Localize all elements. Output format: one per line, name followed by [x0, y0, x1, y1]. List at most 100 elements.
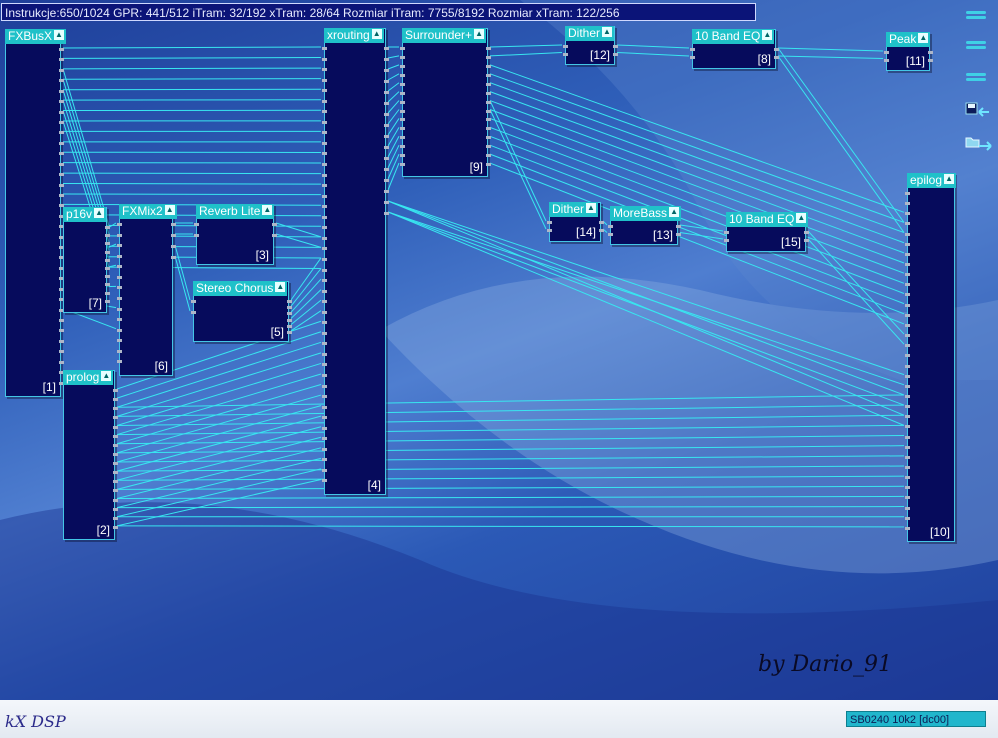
plugin-surrounder[interactable]: Surrounder+ ▲ [9]	[400, 28, 491, 177]
pin[interactable]	[322, 141, 327, 145]
pin[interactable]	[59, 141, 64, 145]
pin[interactable]	[384, 113, 389, 116]
pin[interactable]	[905, 242, 910, 246]
pin[interactable]	[113, 507, 118, 511]
plugin-title[interactable]: Dither ▲	[565, 26, 615, 41]
pin[interactable]	[676, 225, 681, 228]
plugin-eq1[interactable]: 10 Band EQ ▲ [8]	[690, 29, 779, 69]
pin[interactable]	[117, 275, 122, 279]
pin[interactable]	[105, 250, 110, 254]
menu-lines-icon[interactable]	[966, 40, 986, 50]
collapse-arrow-icon[interactable]: ▲	[944, 174, 955, 184]
pin[interactable]	[322, 363, 327, 367]
plugin-epilog[interactable]: epilog ▲ [10]	[905, 173, 957, 542]
pin[interactable]	[599, 229, 604, 232]
pin[interactable]	[113, 407, 118, 411]
plugin-title[interactable]: Peak ▲	[886, 32, 931, 47]
collapse-arrow-icon[interactable]: ▲	[94, 208, 105, 218]
pin[interactable]	[905, 303, 910, 307]
pin[interactable]	[384, 69, 389, 72]
pin[interactable]	[384, 91, 389, 94]
pin[interactable]	[322, 184, 327, 188]
pin[interactable]	[384, 146, 389, 149]
pin[interactable]	[905, 516, 910, 520]
plugin-title[interactable]: p16v ▲	[63, 207, 107, 222]
pin[interactable]	[400, 82, 405, 86]
pin[interactable]	[905, 415, 910, 419]
plugin-title[interactable]: 10 Band EQ ▲	[726, 212, 809, 227]
pin[interactable]	[804, 239, 809, 242]
pin[interactable]	[400, 163, 405, 167]
pin[interactable]	[905, 192, 910, 195]
pin[interactable]	[905, 313, 910, 317]
pin[interactable]	[322, 373, 327, 377]
plugin-title[interactable]: 10 Band EQ ▲	[692, 29, 775, 44]
pin[interactable]	[486, 118, 491, 122]
plugin-prolog[interactable]: prolog ▲ [2]	[63, 370, 118, 540]
plugin-fxmix2[interactable]: FXMix2 ▲ [6]	[117, 204, 177, 376]
pin[interactable]	[117, 360, 122, 364]
plugin-eq2[interactable]: 10 Band EQ ▲ [15]	[724, 212, 809, 252]
pin[interactable]	[322, 279, 327, 283]
pin[interactable]	[105, 242, 110, 246]
pin[interactable]	[322, 99, 327, 103]
plugin-title[interactable]: FXMix2 ▲	[119, 204, 177, 219]
pin[interactable]	[486, 136, 491, 140]
pin[interactable]	[905, 334, 910, 338]
collapse-arrow-icon[interactable]: ▲	[101, 371, 112, 381]
pin[interactable]	[113, 489, 118, 493]
plugin-fxbusx[interactable]: FXBusX ▲ [1]	[5, 29, 67, 397]
plugin-title[interactable]: prolog ▲	[63, 370, 114, 385]
pin[interactable]	[774, 48, 779, 51]
pin[interactable]	[384, 179, 389, 182]
pin[interactable]	[384, 58, 389, 61]
pin[interactable]	[59, 360, 64, 364]
plugin-reverb[interactable]: Reverb Lite ▲ [3]	[194, 204, 277, 265]
pin[interactable]	[113, 471, 118, 475]
pin[interactable]	[113, 480, 118, 484]
pin[interactable]	[59, 100, 64, 104]
pin[interactable]	[322, 152, 327, 156]
pin[interactable]	[117, 297, 122, 300]
pin[interactable]	[384, 80, 389, 83]
pin[interactable]	[608, 232, 613, 236]
pin[interactable]	[905, 323, 910, 327]
pin[interactable]	[59, 152, 64, 156]
pin[interactable]	[905, 364, 910, 368]
pin[interactable]	[400, 109, 405, 113]
pin[interactable]	[322, 110, 327, 114]
pin[interactable]	[724, 231, 729, 234]
pin[interactable]	[117, 328, 122, 332]
collapse-arrow-icon[interactable]: ▲	[762, 30, 773, 40]
pin[interactable]	[400, 55, 405, 59]
pin[interactable]	[117, 233, 122, 237]
pin[interactable]	[322, 437, 327, 441]
pin[interactable]	[287, 312, 292, 316]
pin[interactable]	[774, 56, 779, 59]
collapse-arrow-icon[interactable]: ▲	[474, 29, 485, 39]
pin[interactable]	[59, 173, 64, 177]
pin[interactable]	[59, 319, 64, 323]
pin[interactable]	[905, 476, 910, 480]
pin[interactable]	[287, 318, 292, 322]
pin[interactable]	[194, 223, 199, 226]
pin[interactable]	[113, 434, 118, 438]
pin[interactable]	[486, 47, 491, 50]
pin[interactable]	[322, 215, 327, 219]
pin[interactable]	[613, 52, 618, 56]
collapse-arrow-icon[interactable]: ▲	[796, 213, 807, 223]
pin[interactable]	[676, 232, 681, 236]
pin[interactable]	[322, 342, 327, 346]
plugin-title[interactable]: xrouting ▲	[324, 28, 384, 43]
pin[interactable]	[400, 73, 405, 77]
pin[interactable]	[486, 73, 491, 77]
plugin-title[interactable]: Reverb Lite ▲	[196, 204, 275, 219]
pin[interactable]	[928, 51, 933, 54]
pin[interactable]	[905, 263, 910, 267]
pin[interactable]	[384, 212, 389, 215]
pin[interactable]	[113, 416, 118, 420]
pin[interactable]	[59, 339, 64, 343]
pin[interactable]	[928, 58, 933, 62]
pin[interactable]	[117, 318, 122, 322]
pin[interactable]	[117, 244, 122, 248]
